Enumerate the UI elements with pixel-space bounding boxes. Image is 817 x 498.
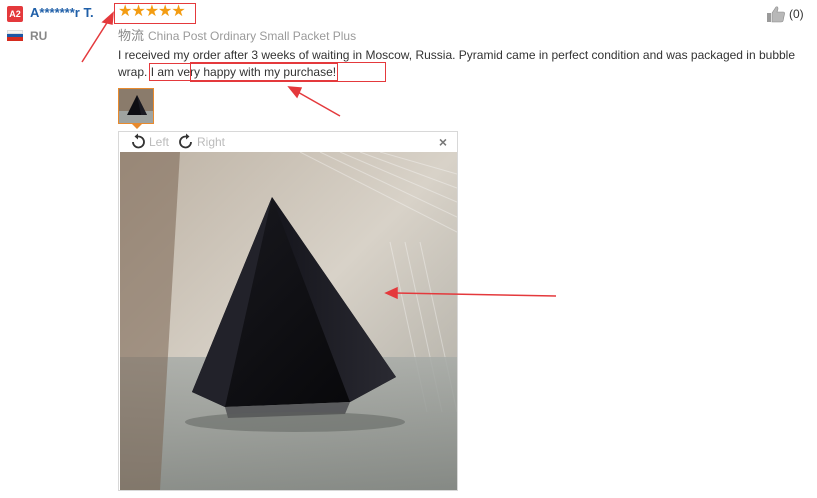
annotation-arrow-text [295,90,341,117]
annotation-arrow-stars [81,17,111,63]
annotation-arrow-photo [394,292,557,297]
annotation-arrows [81,11,557,300]
annotation-arrowhead-photo [384,286,398,300]
annotation-arrowhead-text [287,86,303,99]
annotation-arrowhead-stars [101,11,114,25]
